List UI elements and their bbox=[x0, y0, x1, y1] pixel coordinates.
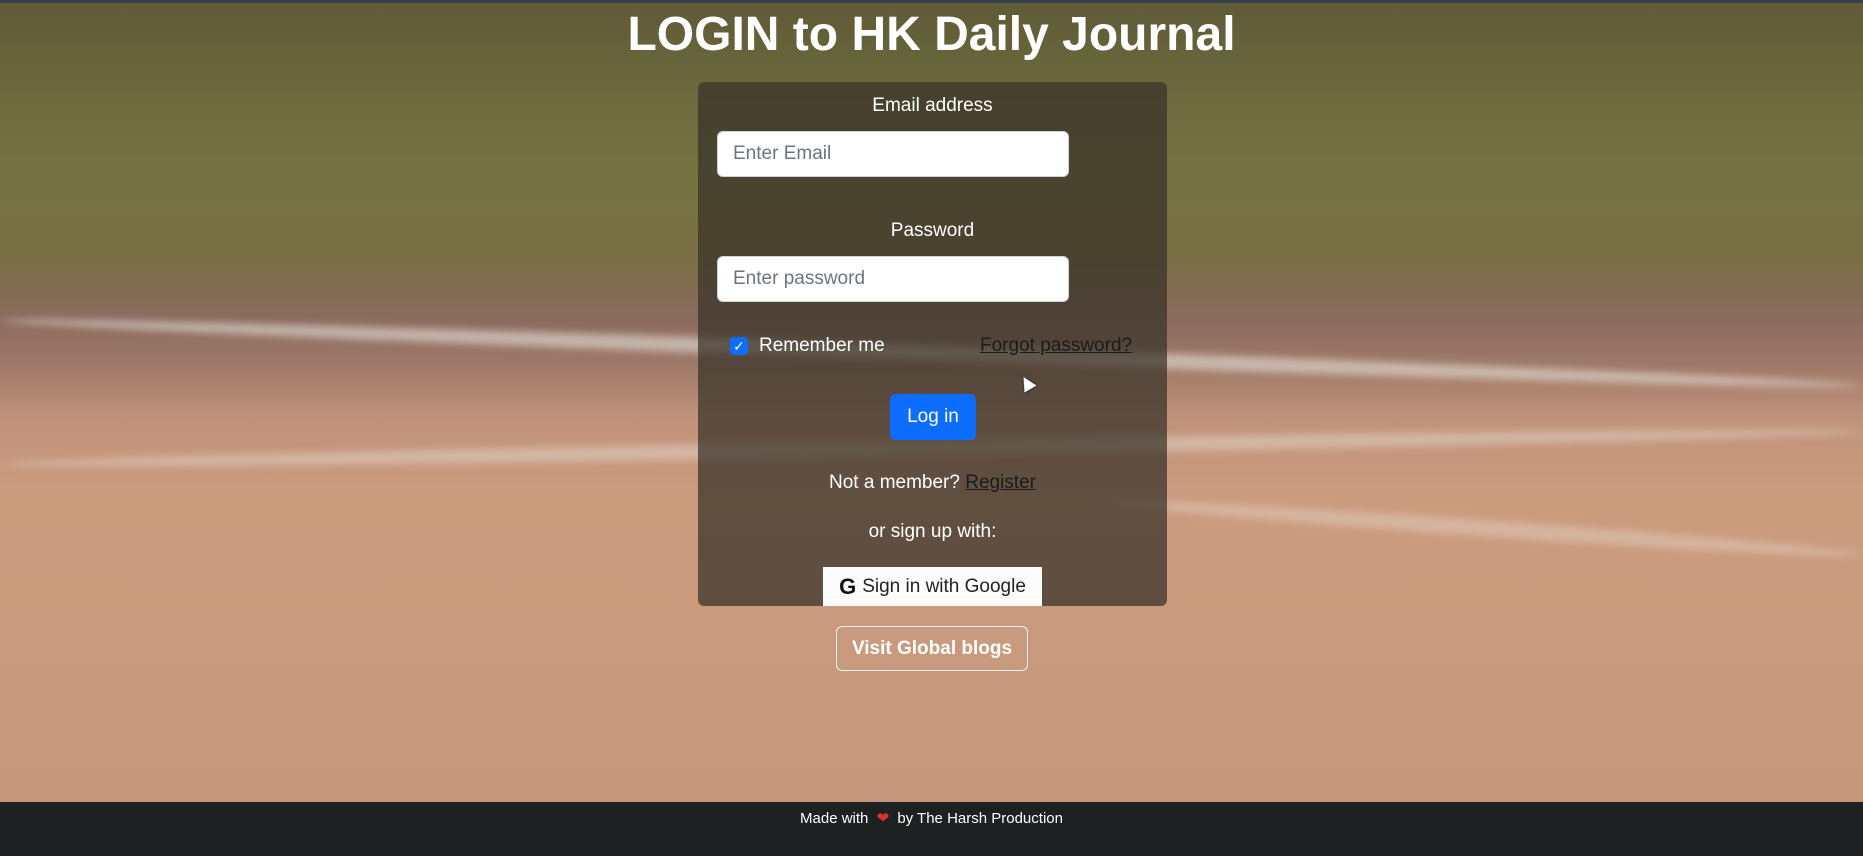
visit-global-blogs-button[interactable]: Visit Global blogs bbox=[836, 626, 1028, 671]
forgot-password-link[interactable]: Forgot password? bbox=[980, 335, 1132, 357]
page-title: LOGIN to HK Daily Journal bbox=[627, 8, 1236, 61]
footer: Made with ❤ by The Harsh Production bbox=[0, 802, 1863, 856]
remember-label: Remember me bbox=[759, 335, 885, 356]
not-member-text: Not a member? bbox=[829, 472, 960, 493]
google-signin-button[interactable]: G Sign in with Google bbox=[823, 567, 1042, 606]
google-signin-label: Sign in with Google bbox=[862, 575, 1026, 597]
email-input[interactable] bbox=[717, 131, 1069, 177]
footer-made-with: Made with bbox=[800, 810, 869, 827]
google-g-icon: G bbox=[839, 573, 857, 599]
heart-icon: ❤ bbox=[876, 810, 890, 827]
signup-text: or sign up with: bbox=[868, 521, 997, 542]
password-input[interactable] bbox=[717, 256, 1069, 302]
password-label: Password bbox=[890, 220, 975, 241]
top-strip bbox=[0, 0, 1863, 3]
checkmark-icon: ✓ bbox=[733, 337, 745, 354]
wave-foam bbox=[1100, 493, 1863, 563]
register-link[interactable]: Register bbox=[965, 472, 1036, 493]
login-button[interactable]: Log in bbox=[890, 394, 976, 440]
footer-by: by The Harsh Production bbox=[897, 810, 1063, 827]
register-row: Not a member? Register bbox=[698, 472, 1167, 494]
email-label: Email address bbox=[872, 95, 993, 116]
footer-text: Made with ❤ by The Harsh Production bbox=[0, 809, 1863, 827]
remember-checkbox[interactable]: ✓ bbox=[730, 337, 748, 355]
login-card: Email address Password ✓ Remember me For… bbox=[698, 82, 1167, 606]
remember-row: ✓ Remember me bbox=[730, 335, 885, 357]
